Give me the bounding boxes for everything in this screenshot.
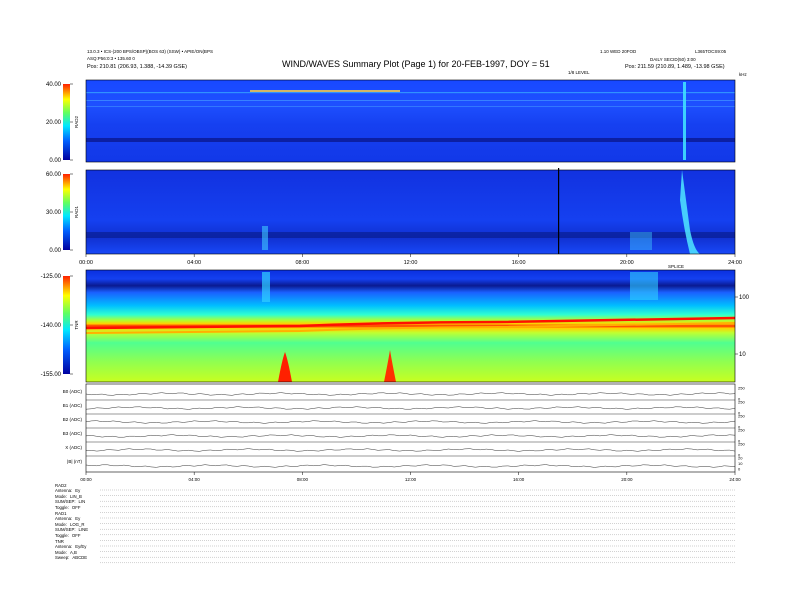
mode-row: RAD1 <box>55 511 69 516</box>
sensor-xtick: 00:00 <box>80 477 92 482</box>
mode-key: Mode: <box>55 521 67 527</box>
mode-value: OFF <box>71 504 81 510</box>
sensor-right-tick: 250 <box>738 442 745 447</box>
mode-row: Toggle: OFF <box>55 505 80 510</box>
mode-value: LIN_B <box>69 493 82 499</box>
mode-row: RAD2 <box>55 483 69 488</box>
rad1-xtick: 16:00 <box>512 260 526 266</box>
tnr-ylabel: TNR <box>74 320 79 330</box>
mode-row: Mode: LOG_R <box>55 522 85 527</box>
mode-key: Mode: <box>55 549 67 555</box>
mode-row: Antenna: Ey <box>55 488 80 493</box>
tnr-cbar-tick: -125.00 <box>41 274 62 280</box>
tnr-colorbar <box>63 276 70 374</box>
tnr-cbar-tick: -155.00 <box>41 372 62 378</box>
sensor-right-tick: 0 <box>738 467 741 472</box>
rad1-xtick: 08:00 <box>295 260 309 266</box>
rad1-colorbar <box>63 174 70 250</box>
mode-value: OFF <box>71 532 81 538</box>
mode-value: LIN <box>78 499 86 505</box>
mode-key: Antenna: <box>55 516 73 522</box>
mode-row: Antenna: Ey/Ey <box>55 544 86 549</box>
rad1-xtick: 20:00 <box>620 260 634 266</box>
tnr-cbar-tick: -140.00 <box>41 323 62 329</box>
mode-row: SUM/SEP: LIN <box>55 499 85 504</box>
mode-key: Toggle: <box>55 532 69 538</box>
sensor-xtick: 12:00 <box>405 477 417 482</box>
sensor-right-tick: 250 <box>738 400 745 405</box>
sensor-right-tick: 250 <box>738 428 745 433</box>
sensor-xtick: 04:00 <box>189 477 201 482</box>
mode-row: Sweep: ABCDE <box>55 555 87 560</box>
rad1-xtick: 12:00 <box>404 260 418 266</box>
rad2-cbar-tick: 0.00 <box>49 158 61 164</box>
mode-value: Ey <box>75 516 81 522</box>
mode-key: TNR <box>55 538 64 544</box>
mode-key: Toggle: <box>55 504 69 510</box>
rad2-cbar-tick: 20.00 <box>46 120 62 126</box>
mode-key: Antenna: <box>55 488 73 494</box>
mode-value: A,B <box>69 549 77 555</box>
mode-value: Ey/Ey <box>75 544 87 550</box>
rad1-xtick: 24:00 <box>728 260 742 266</box>
mode-row: SUM/SEP: LINE <box>55 527 88 532</box>
sensor-xtick: 20:00 <box>621 477 633 482</box>
tnr-right-tick: 10 <box>739 352 746 358</box>
sensor-xtick: 08:00 <box>297 477 309 482</box>
rad2-cbar-tick: 40.00 <box>46 82 62 88</box>
mode-value: Ey <box>75 488 81 494</box>
rad2-colorbar <box>63 84 70 160</box>
sensor-label: B3 (ADC) <box>63 431 83 436</box>
sensor-label: B2 (ADC) <box>63 417 83 422</box>
mode-key: SUM/SEP: <box>55 499 76 505</box>
mode-value: LINE <box>78 527 89 533</box>
rad1-xtick: 00:00 <box>79 260 93 266</box>
rad1-xtick: 04:00 <box>187 260 201 266</box>
sensor-right-tick: 10 <box>738 461 743 466</box>
mode-value: LOG_R <box>69 521 85 527</box>
rad1-cbar-tick: 30.00 <box>46 210 62 216</box>
rad1-marker-line <box>558 168 560 254</box>
sensor-label: B0 (ADC) <box>63 389 83 394</box>
mode-row: Toggle: OFF <box>55 533 80 538</box>
mode-row: Mode: LIN_B <box>55 494 82 499</box>
sensor-right-tick: 20 <box>738 456 743 461</box>
sensor-xtick: 16:00 <box>513 477 525 482</box>
sensor-right-tick: 250 <box>738 414 745 419</box>
mode-key: Sweep: <box>55 555 70 561</box>
tnr-top-right-label: SPLICE <box>668 264 684 269</box>
mode-key: RAD2 <box>55 482 67 488</box>
mode-key: RAD1 <box>55 510 67 516</box>
summary-plot: 40.00 20.00 0.00 RAD2 60.00 30.00 0.00 RAD1 -1… <box>41 79 750 563</box>
sensor-right-tick: 250 <box>738 386 745 391</box>
rad1-cbar-tick: 60.00 <box>46 172 62 178</box>
mode-key: SUM/SEP: <box>55 527 76 533</box>
mode-row: Mode: A,B <box>55 550 77 555</box>
sensor-xtick: 24:00 <box>729 477 741 482</box>
mode-key: Mode: <box>55 493 67 499</box>
rad2-ylabel: RAD2 <box>74 116 79 129</box>
sensor-label: X (ADC) <box>65 445 82 450</box>
rad1-cbar-tick: 0.00 <box>49 248 61 254</box>
tnr-right-tick: 100 <box>739 295 750 301</box>
rad1-ylabel: RAD1 <box>74 206 79 219</box>
mode-row: TNR <box>55 539 67 544</box>
mode-dotted-lines <box>100 489 735 563</box>
sensor-label: B1 (ADC) <box>63 403 83 408</box>
sensor-label: |B| (nT) <box>67 459 82 464</box>
mode-key: Antenna: <box>55 544 73 550</box>
mode-value: ABCDE <box>72 555 88 561</box>
mode-row: Antenna: Ey <box>55 516 80 521</box>
